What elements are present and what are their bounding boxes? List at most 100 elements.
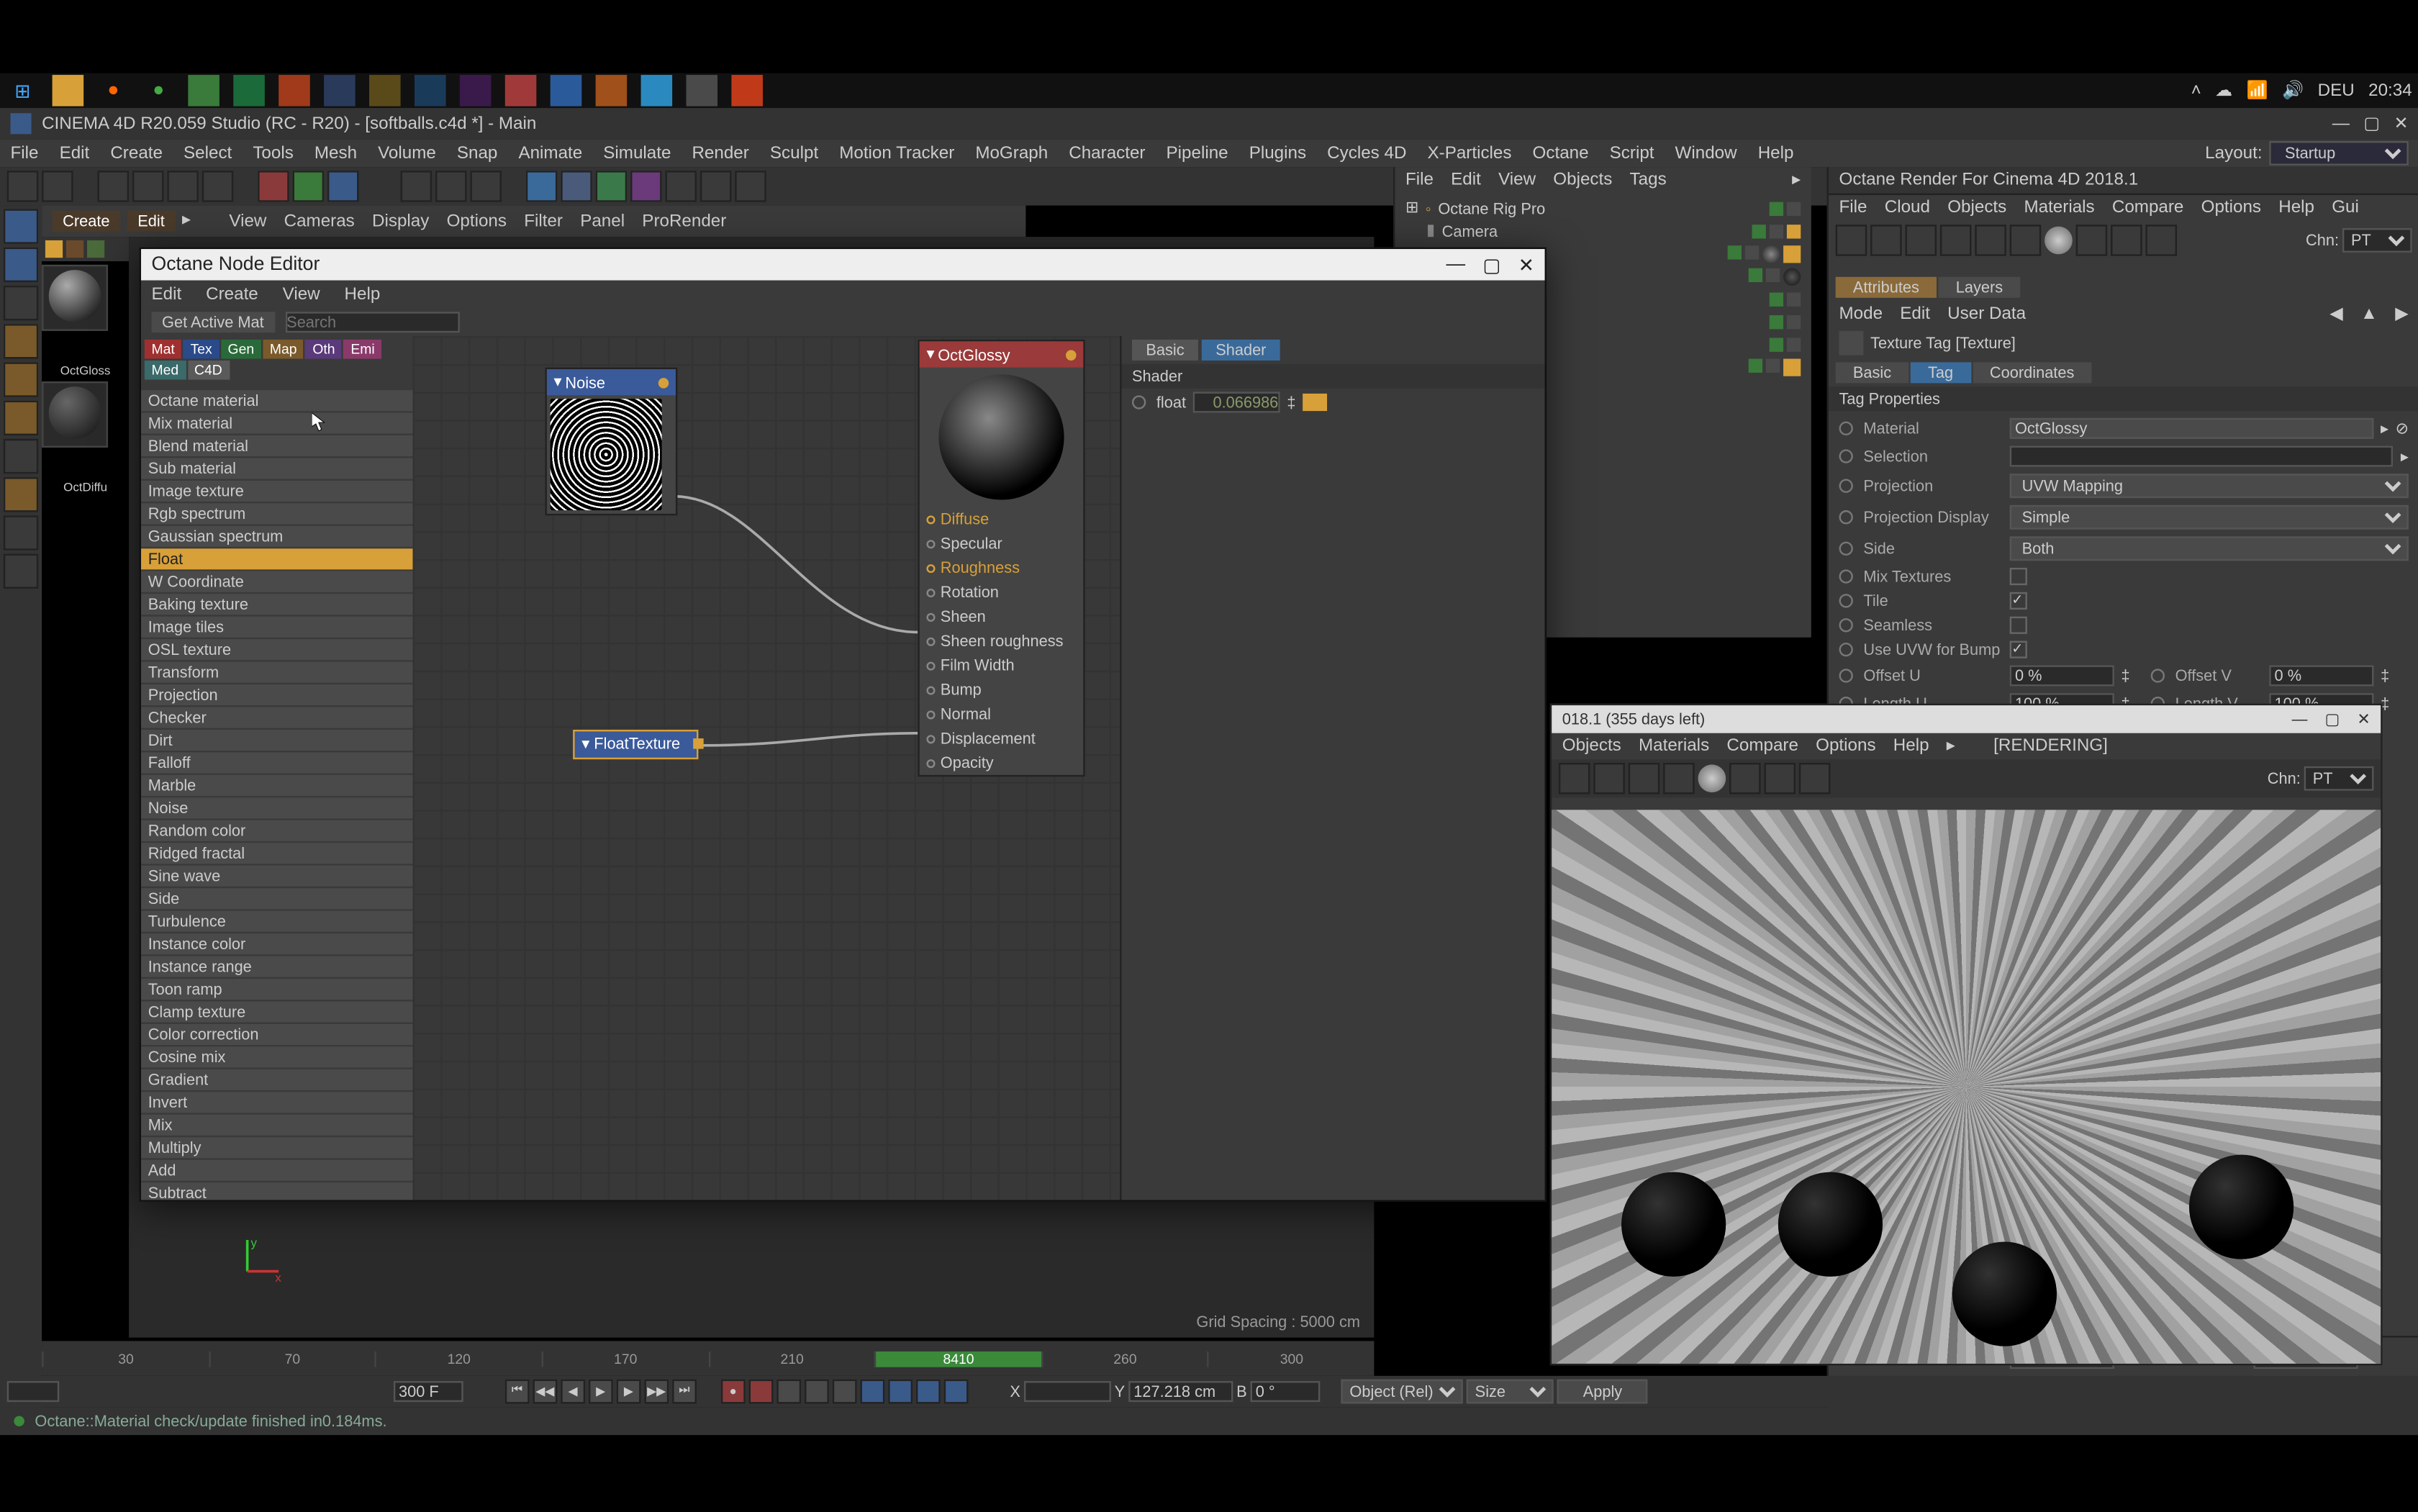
menu-help[interactable]: Help bbox=[1758, 144, 1794, 163]
redo-button[interactable] bbox=[42, 171, 73, 202]
octglossy-node[interactable]: ▾OctGlossy Diffuse Specular Roughness Ro… bbox=[918, 340, 1085, 777]
menu-render[interactable]: Render bbox=[692, 144, 748, 163]
tab-tag[interactable]: Tag bbox=[1911, 362, 1971, 383]
key-p-icon[interactable] bbox=[776, 1380, 801, 1404]
expand-icon[interactable]: ⊞ bbox=[1405, 199, 1418, 218]
vp-edit-button[interactable]: Edit bbox=[127, 211, 176, 232]
layout-select[interactable]: Startup bbox=[2269, 141, 2409, 166]
spline-button[interactable] bbox=[561, 171, 592, 202]
app5-icon[interactable] bbox=[686, 75, 717, 107]
offsetu-input[interactable] bbox=[2010, 665, 2114, 686]
palette-item[interactable]: Dirt bbox=[141, 730, 413, 752]
sphere-icon[interactable] bbox=[1698, 764, 1726, 792]
coord-b-input[interactable] bbox=[1250, 1381, 1320, 1402]
lv-help[interactable]: Help bbox=[1893, 737, 1929, 756]
maximize-icon[interactable]: ▢ bbox=[2363, 114, 2380, 134]
get-active-mat-button[interactable]: Get Active Mat bbox=[152, 312, 275, 332]
mat-p-icon[interactable] bbox=[66, 240, 83, 258]
close-icon[interactable]: ✕ bbox=[2394, 114, 2409, 134]
stop-icon[interactable] bbox=[1870, 225, 1902, 256]
clear-icon[interactable]: ⊘ bbox=[2396, 419, 2409, 438]
nav-back-icon[interactable]: ◀ bbox=[2329, 305, 2343, 325]
menu-snap[interactable]: Snap bbox=[457, 144, 498, 163]
material-field[interactable]: OctGlossy bbox=[2010, 418, 2374, 439]
selection-field[interactable] bbox=[2010, 446, 2394, 467]
vp-prorender[interactable]: ProRender bbox=[642, 212, 726, 231]
op-help[interactable]: Help bbox=[2278, 199, 2314, 218]
generator-button[interactable] bbox=[596, 171, 628, 202]
om-view[interactable]: View bbox=[1498, 171, 1536, 190]
palette-item[interactable]: Cosine mix bbox=[141, 1046, 413, 1069]
app-icon[interactable] bbox=[188, 75, 219, 107]
ne-view[interactable]: View bbox=[283, 285, 320, 304]
excel-icon[interactable] bbox=[233, 75, 265, 107]
palette-item[interactable]: Blend material bbox=[141, 435, 413, 458]
port-diffuse[interactable]: Diffuse bbox=[920, 507, 1083, 531]
render-region-button[interactable] bbox=[435, 171, 467, 202]
offsetv-input[interactable] bbox=[2269, 665, 2373, 686]
undo-button[interactable] bbox=[7, 171, 39, 202]
key-pla3-icon[interactable] bbox=[916, 1380, 941, 1404]
palette-item[interactable]: Octane material bbox=[141, 390, 413, 412]
palette-item[interactable]: OSL texture bbox=[141, 639, 413, 661]
language-indicator[interactable]: DEU bbox=[2318, 81, 2355, 101]
palette-item[interactable]: Checker bbox=[141, 707, 413, 730]
menu-create[interactable]: Create bbox=[110, 144, 163, 163]
minimize-icon[interactable]: — bbox=[1446, 253, 1466, 276]
menu-cycles4d[interactable]: Cycles 4D bbox=[1327, 144, 1406, 163]
object-rel-select[interactable]: Object (Rel) bbox=[1341, 1380, 1462, 1404]
tool-btn[interactable] bbox=[4, 401, 38, 435]
axis-y-button[interactable] bbox=[293, 171, 325, 202]
tool-btn[interactable] bbox=[4, 324, 38, 358]
palette-item[interactable]: Image texture bbox=[141, 481, 413, 503]
lock-icon[interactable] bbox=[1975, 225, 2006, 256]
palette-item[interactable]: Marble bbox=[141, 775, 413, 797]
menu-mesh[interactable]: Mesh bbox=[314, 144, 357, 163]
wifi-icon[interactable]: 📶 bbox=[2247, 81, 2268, 101]
menu-plugins[interactable]: Plugins bbox=[1249, 144, 1306, 163]
lv-compare[interactable]: Compare bbox=[1726, 737, 1798, 756]
apply-button[interactable]: Apply bbox=[1557, 1380, 1648, 1404]
ne-edit[interactable]: Edit bbox=[152, 285, 182, 304]
gear-icon[interactable] bbox=[1940, 225, 1972, 256]
palette-item[interactable]: Mix material bbox=[141, 413, 413, 435]
attr-userdata[interactable]: User Data bbox=[1947, 305, 2026, 325]
coord-y-input[interactable] bbox=[1128, 1381, 1233, 1402]
menu-edit[interactable]: Edit bbox=[60, 144, 90, 163]
port-filmwidth[interactable]: Film Width bbox=[920, 653, 1083, 678]
menu-mograph[interactable]: MoGraph bbox=[975, 144, 1048, 163]
focus-icon[interactable] bbox=[1764, 763, 1796, 795]
next-key-icon[interactable]: ▶▶ bbox=[644, 1380, 669, 1404]
chevron-right-icon[interactable]: ▸ bbox=[182, 211, 191, 232]
port-sheen[interactable]: Sheen bbox=[920, 605, 1083, 629]
palette-item[interactable]: Mix bbox=[141, 1115, 413, 1137]
key-pla-icon[interactable] bbox=[860, 1380, 884, 1404]
record-icon[interactable]: ● bbox=[721, 1380, 746, 1404]
app2-icon[interactable] bbox=[369, 75, 401, 107]
close-icon[interactable]: ✕ bbox=[2357, 710, 2370, 729]
om-edit[interactable]: Edit bbox=[1451, 171, 1481, 190]
palette-item[interactable]: Image tiles bbox=[141, 617, 413, 639]
menu-volume[interactable]: Volume bbox=[378, 144, 436, 163]
refresh-icon[interactable] bbox=[1836, 225, 1867, 256]
autokey-icon[interactable] bbox=[748, 1380, 773, 1404]
float-texture-node[interactable]: ▾ FloatTexture bbox=[573, 730, 698, 759]
key-pla4-icon[interactable] bbox=[943, 1380, 968, 1404]
nav-up-icon[interactable]: ▲ bbox=[2360, 305, 2378, 325]
nav-fwd-icon[interactable]: ▶ bbox=[2395, 305, 2409, 325]
render-button[interactable] bbox=[401, 171, 433, 202]
palette-item[interactable]: Transform bbox=[141, 662, 413, 684]
goto-end-icon[interactable]: ⏭ bbox=[672, 1380, 697, 1404]
pin-icon[interactable] bbox=[1799, 763, 1831, 795]
float-input[interactable] bbox=[1193, 392, 1280, 413]
next-frame-icon[interactable]: ▶ bbox=[616, 1380, 640, 1404]
palette-item[interactable]: Side bbox=[141, 888, 413, 910]
chevron-right-icon[interactable]: ▸ bbox=[1792, 171, 1801, 190]
render-settings-button[interactable] bbox=[470, 171, 502, 202]
tile-check[interactable] bbox=[2010, 592, 2027, 610]
palette-tab-tex[interactable]: Tex bbox=[184, 340, 219, 359]
axis-z-button[interactable] bbox=[327, 171, 359, 202]
play-icon[interactable]: ▶ bbox=[589, 1380, 613, 1404]
float-slider[interactable] bbox=[1303, 394, 1327, 411]
palette-item[interactable]: Random color bbox=[141, 820, 413, 843]
